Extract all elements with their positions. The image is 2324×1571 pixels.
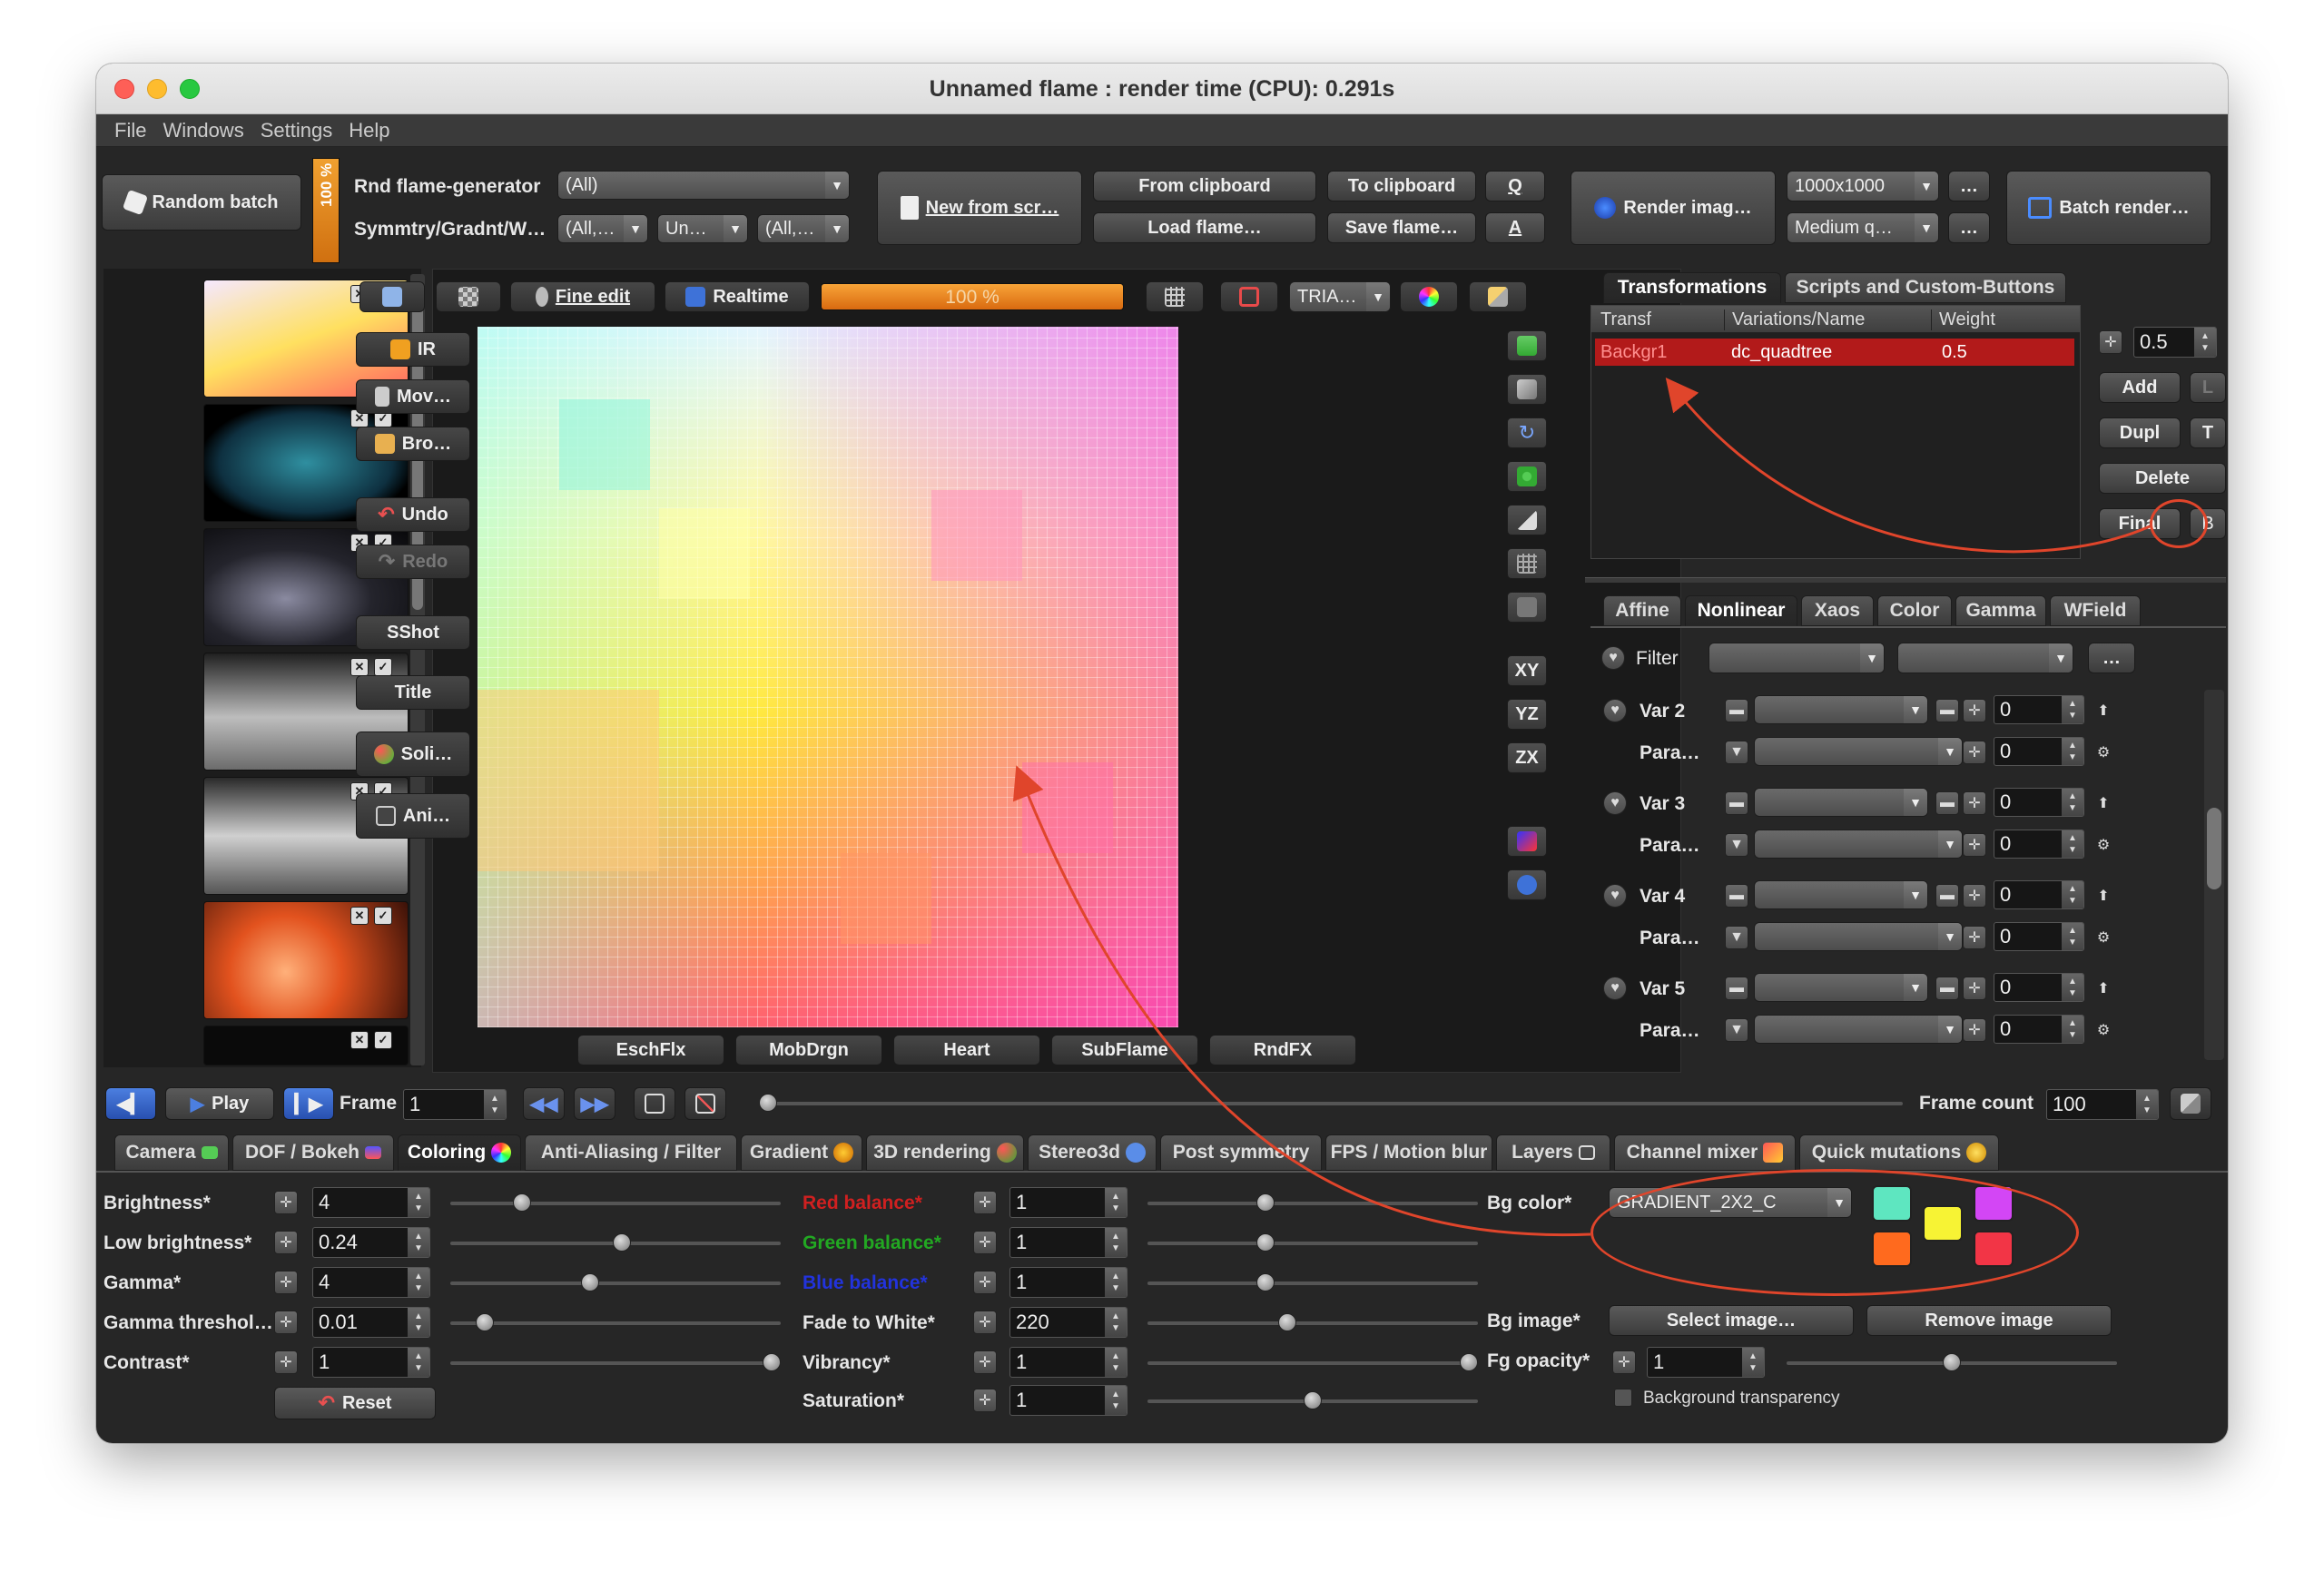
annotation-arrow-to-transform (1665, 377, 2151, 554)
app-window: Unnamed flame : render time (CPU): 0.291… (96, 64, 2228, 1443)
annotation-arrow-to-preview (1012, 765, 1591, 1237)
annotation-arrows (1012, 377, 2151, 1237)
